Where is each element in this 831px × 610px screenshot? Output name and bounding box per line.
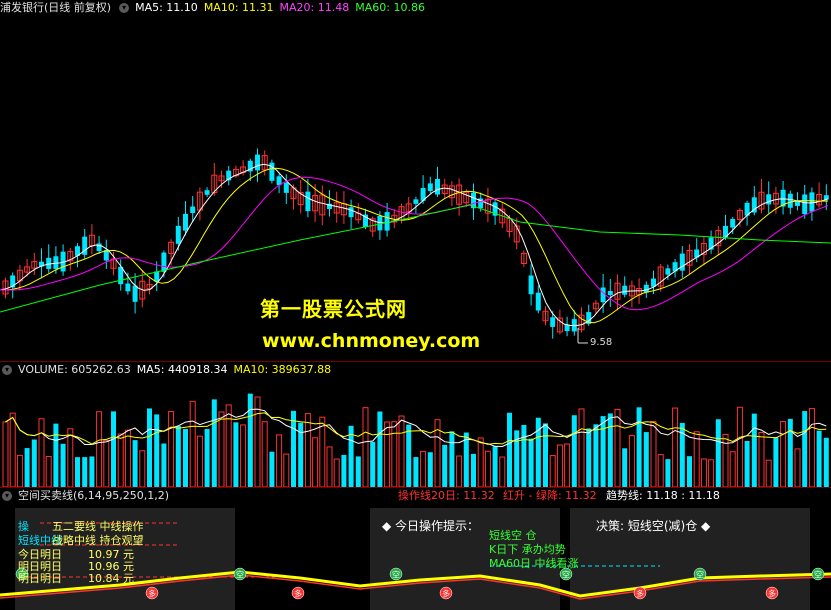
mid-line-5: MA60日 中线看涨	[489, 557, 579, 570]
num-3: 10.84 元	[88, 572, 134, 585]
volume-ma5: MA5: 440918.34	[136, 363, 228, 376]
collapse-icon[interactable]: ▾	[2, 365, 12, 375]
decision-text: 决策: 短线空(减)仓 ◆	[596, 519, 711, 533]
volume-title: VOLUME: 605262.63	[18, 363, 131, 376]
volume-ma10: MA10: 389637.88	[233, 363, 332, 376]
signal-marker-label: 空	[392, 570, 400, 580]
signal-marker-label: 空	[696, 570, 704, 580]
signal-marker-label: 多	[294, 589, 302, 599]
signal-marker-label: 多	[442, 589, 450, 599]
today-tip: ◆ 今日操作提示：	[382, 519, 480, 533]
line20-label: 操作线20日: 11.32	[398, 489, 495, 502]
signal-marker-label: 多	[768, 589, 776, 599]
volume-header: ▾ VOLUME: 605262.63 MA5: 440918.34 MA10: 38…	[0, 362, 337, 378]
signal-marker-label: 空	[236, 570, 244, 580]
ma20-label: MA20: 11.48	[279, 1, 350, 14]
price-header: 浦发银行(日线 前复权) ▾ MA5: 11.10 MA10: 11.31 MA20: …	[0, 0, 431, 16]
collapse-icon[interactable]: ▾	[119, 3, 130, 13]
trend-label: 趋势线: 11.18 : 11.18	[606, 489, 720, 502]
indicator-title: 空间买卖线(6,14,95,250,1,2)	[18, 489, 170, 502]
ma10-label: MA10: 11.31	[203, 1, 274, 14]
stock-title: 浦发银行(日线 前复权)	[0, 1, 112, 14]
signal-marker-label: 多	[148, 589, 156, 599]
indicator-header: ▾ 空间买卖线(6,14,95,250,1,2) 操作线20日: 11.32 红升…	[0, 488, 831, 504]
collapse-icon[interactable]: ▾	[2, 491, 12, 501]
ma60-label: MA60: 10.86	[355, 1, 425, 14]
left-line-5: 明日明日	[18, 572, 62, 585]
signal-marker-label: 空	[814, 570, 822, 580]
rise-fall-label: 红升 - 绿降: 11.32	[503, 489, 597, 502]
signal-marker-label: 多	[636, 589, 644, 599]
ma5-label: MA5: 11.10	[135, 1, 198, 14]
signal-marker-label: 空	[562, 570, 570, 580]
